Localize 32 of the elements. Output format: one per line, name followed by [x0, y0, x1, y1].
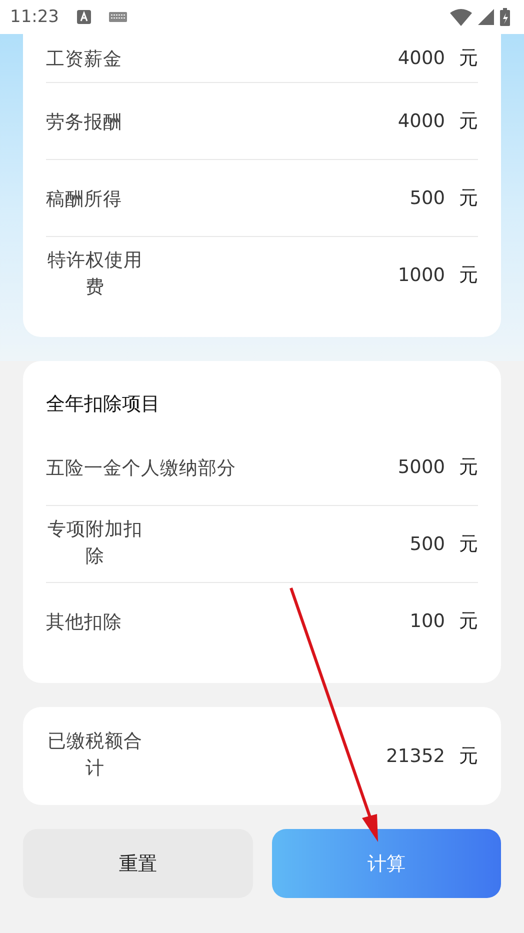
unit-label: 元 [459, 532, 478, 557]
field-label: 工资薪金 [46, 48, 122, 70]
amount-value[interactable]: 5000 [398, 456, 445, 478]
unit-label: 元 [459, 455, 478, 480]
amount-value[interactable]: 21352 [386, 746, 445, 766]
section-title: 全年扣除项目 [46, 392, 161, 417]
field-label: 专项附加扣除 [46, 518, 144, 569]
unit-label: 元 [459, 263, 478, 288]
amount-value[interactable]: 4000 [398, 48, 445, 68]
wifi-icon [450, 8, 472, 26]
unit-label: 元 [459, 744, 478, 769]
unit-label: 元 [459, 109, 478, 134]
unit-label: 元 [459, 609, 478, 634]
keyboard-app-icon [77, 10, 91, 24]
amount-value[interactable]: 500 [410, 534, 445, 554]
field-label: 劳务报酬 [46, 110, 122, 134]
status-time: 11:23 [10, 7, 59, 27]
keyboard-icon [109, 12, 127, 22]
field-label: 特许权使用费 [46, 249, 144, 300]
amount-value[interactable]: 1000 [398, 264, 445, 286]
unit-label: 元 [459, 46, 478, 71]
battery-icon [500, 8, 510, 26]
field-label: 已缴税额合计 [46, 730, 144, 781]
amount-value[interactable]: 4000 [398, 110, 445, 132]
amount-value[interactable]: 500 [410, 188, 445, 208]
signal-icon [478, 9, 494, 25]
amount-value[interactable]: 100 [410, 610, 445, 632]
reset-button[interactable]: 重置 [23, 829, 252, 898]
unit-label: 元 [459, 186, 478, 211]
field-label: 五险一金个人缴纳部分 [46, 456, 236, 480]
field-label: 其他扣除 [46, 610, 122, 634]
field-label: 稿酬所得 [46, 188, 122, 210]
